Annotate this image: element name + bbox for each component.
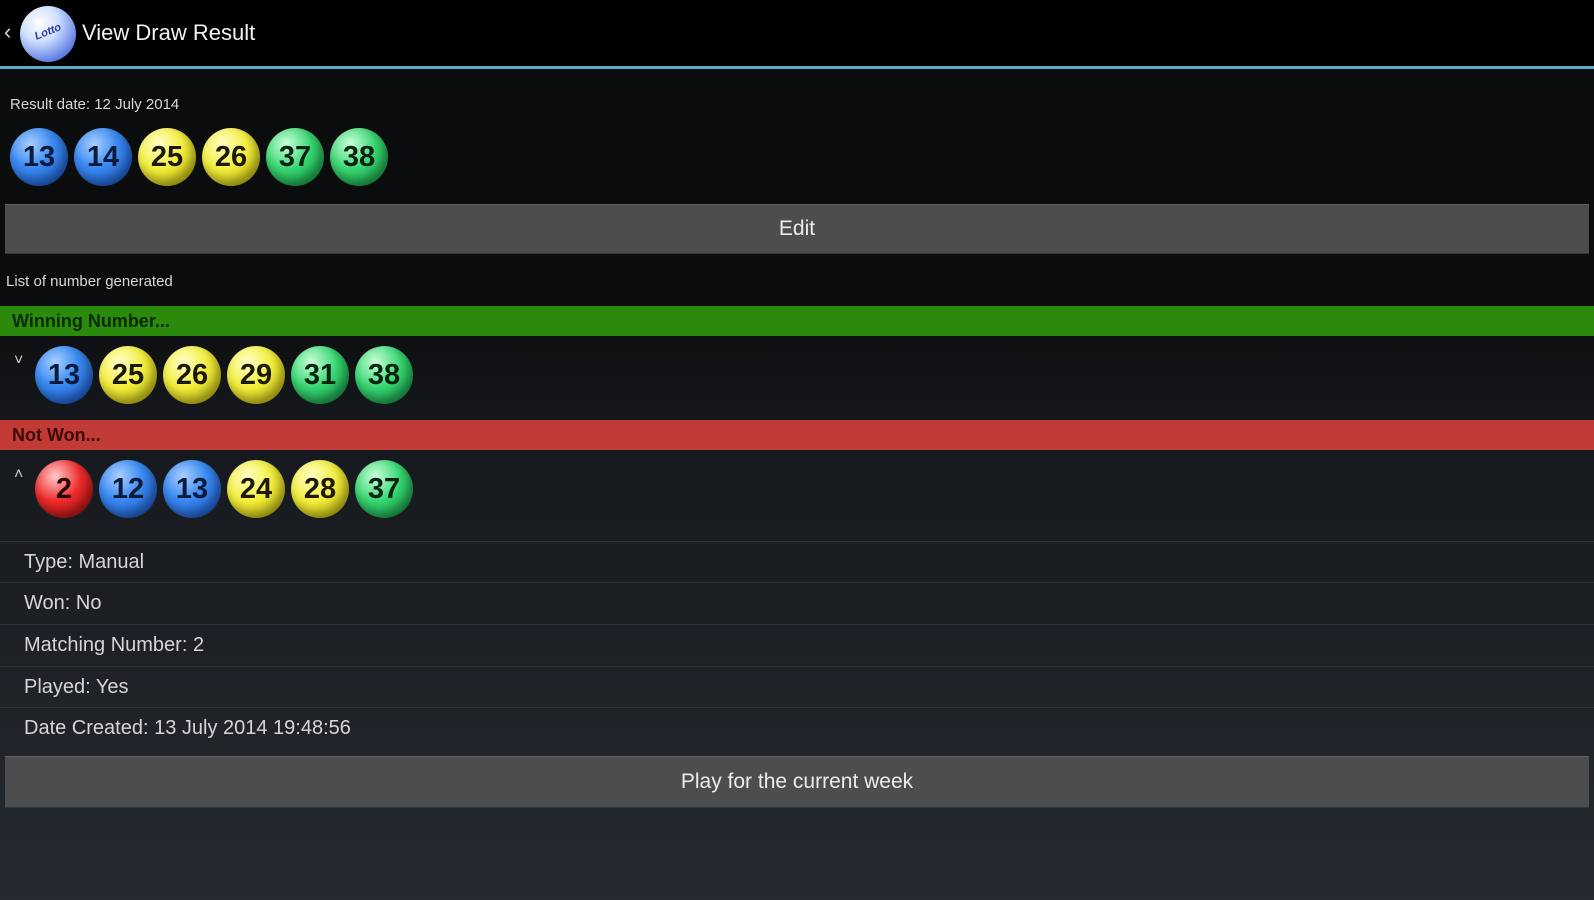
status-band-not-won: Not Won... [0,420,1594,450]
number-group-not-won[interactable]: ˄ 2 12 13 24 28 37 [0,452,1594,532]
group-ball: 12 [99,460,157,518]
result-ball: 38 [330,128,388,186]
play-current-week-button[interactable]: Play for the current week [5,756,1589,808]
group-ball: 29 [227,346,285,404]
group-ball: 25 [99,346,157,404]
back-icon[interactable]: ‹ [4,20,20,44]
app-logo-text: Lotto [33,21,63,43]
chevron-up-icon[interactable]: ˄ [14,466,32,484]
number-group-winning[interactable]: ˅ 13 25 26 29 31 38 [0,338,1594,418]
result-ball: 25 [138,128,196,186]
chevron-down-icon[interactable]: ˅ [14,352,32,370]
detail-won: Won: No [0,582,1594,623]
group-ball: 28 [291,460,349,518]
group-ball: 24 [227,460,285,518]
group-ball: 38 [355,346,413,404]
group-ball: 37 [355,460,413,518]
group-ball: 31 [291,346,349,404]
result-balls: 13 14 25 26 37 38 [10,128,388,186]
detail-type: Type: Manual [0,541,1594,582]
group-ball: 13 [163,460,221,518]
result-ball: 14 [74,128,132,186]
group-ball: 2 [35,460,93,518]
group-balls: 13 25 26 29 31 38 [35,346,413,404]
group-balls: 2 12 13 24 28 37 [35,460,413,518]
result-ball: 26 [202,128,260,186]
result-ball: 37 [266,128,324,186]
group-ball: 26 [163,346,221,404]
app-logo-icon[interactable]: Lotto [20,6,76,62]
detail-date-created: Date Created: 13 July 2014 19:48:56 [0,707,1594,748]
edit-button[interactable]: Edit [5,204,1589,254]
generated-list-caption: List of number generated [6,273,173,290]
action-bar-divider [0,66,1594,69]
detail-played: Played: Yes [0,666,1594,707]
status-band-winning: Winning Number... [0,306,1594,336]
page-title: View Draw Result [82,20,256,45]
detail-matching: Matching Number: 2 [0,624,1594,665]
result-ball: 13 [10,128,68,186]
result-date: Result date: 12 July 2014 [10,96,180,113]
action-bar: ‹ Lotto View Draw Result [0,0,1594,69]
group-ball: 13 [35,346,93,404]
